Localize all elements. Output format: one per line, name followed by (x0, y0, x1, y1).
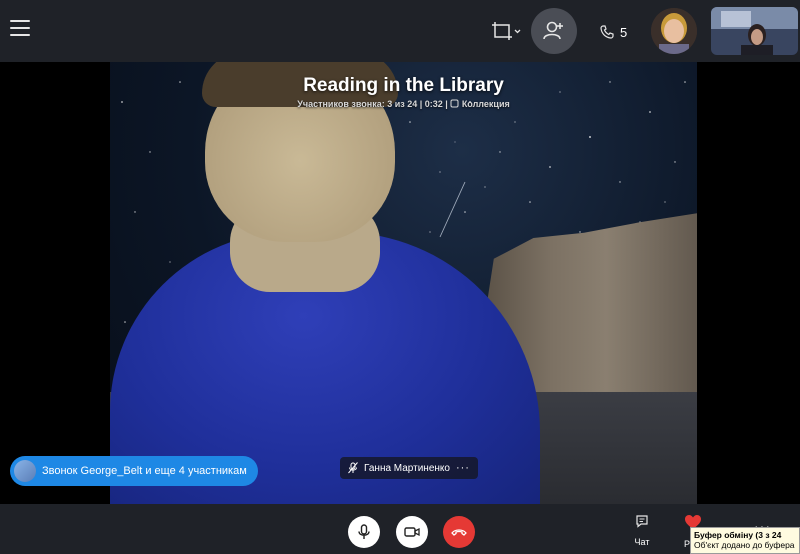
chat-label: Чат (634, 537, 650, 547)
participant-thumbnail[interactable] (651, 8, 697, 54)
call-info: Участников звонка: 3 из 24 | 0:32 | Колл… (110, 99, 697, 109)
add-person-icon (543, 21, 563, 40)
clipboard-toast[interactable]: Буфер обміну (3 з 24 Об'єкт додано до бу… (690, 527, 800, 554)
participants-count: 5 (620, 24, 628, 40)
add-participant-button[interactable] (531, 8, 577, 54)
video-camera-icon (404, 527, 420, 537)
main-video-stage: Reading in the Library Участников звонка… (110, 62, 697, 504)
hang-up-phone-icon (451, 529, 467, 536)
collection-link[interactable]: Коллекция (450, 99, 510, 109)
call-title: Reading in the Library (303, 75, 504, 96)
microphone-icon (358, 524, 370, 539)
ringing-notification[interactable]: Звонок George_Belt и еще 4 участникам (10, 456, 258, 486)
speaker-name: Ганна Мартиненко (364, 462, 450, 474)
participant-avatar (651, 8, 697, 54)
hamburger-menu-icon[interactable] (10, 20, 30, 40)
clipboard-toast-message: Об'єкт додано до буфера (694, 540, 795, 550)
collection-icon (450, 99, 459, 108)
layout-frame-icon (492, 22, 521, 40)
caller-avatar (14, 460, 36, 482)
bottom-controls-bar: Чат Р ··· (0, 504, 800, 554)
ringing-notification-text: Звонок George_Belt и еще 4 участникам (42, 465, 247, 477)
call-phone-icon (600, 25, 614, 39)
self-view-image (711, 7, 798, 55)
mic-muted-icon (348, 462, 358, 474)
layout-switch-button[interactable] (492, 20, 522, 42)
self-view-thumbnail[interactable] (711, 7, 798, 55)
speaker-more-button[interactable]: ··· (456, 462, 470, 474)
chat-button[interactable]: Чат (628, 514, 656, 547)
chat-bubble-icon (636, 515, 648, 528)
call-participants-info: Участников звонка: 3 из 24 | 0:32 | (297, 99, 448, 109)
microphone-button[interactable] (348, 516, 380, 548)
participants-button[interactable]: 5 (600, 22, 627, 42)
collection-label: Коллекция (461, 99, 510, 109)
camera-button[interactable] (396, 516, 428, 548)
speaker-name-tag: Ганна Мартиненко ··· (340, 457, 478, 479)
hang-up-button[interactable] (443, 516, 475, 548)
top-bar: 5 (0, 0, 800, 62)
clipboard-toast-title: Буфер обміну (3 з 24 (694, 530, 782, 540)
